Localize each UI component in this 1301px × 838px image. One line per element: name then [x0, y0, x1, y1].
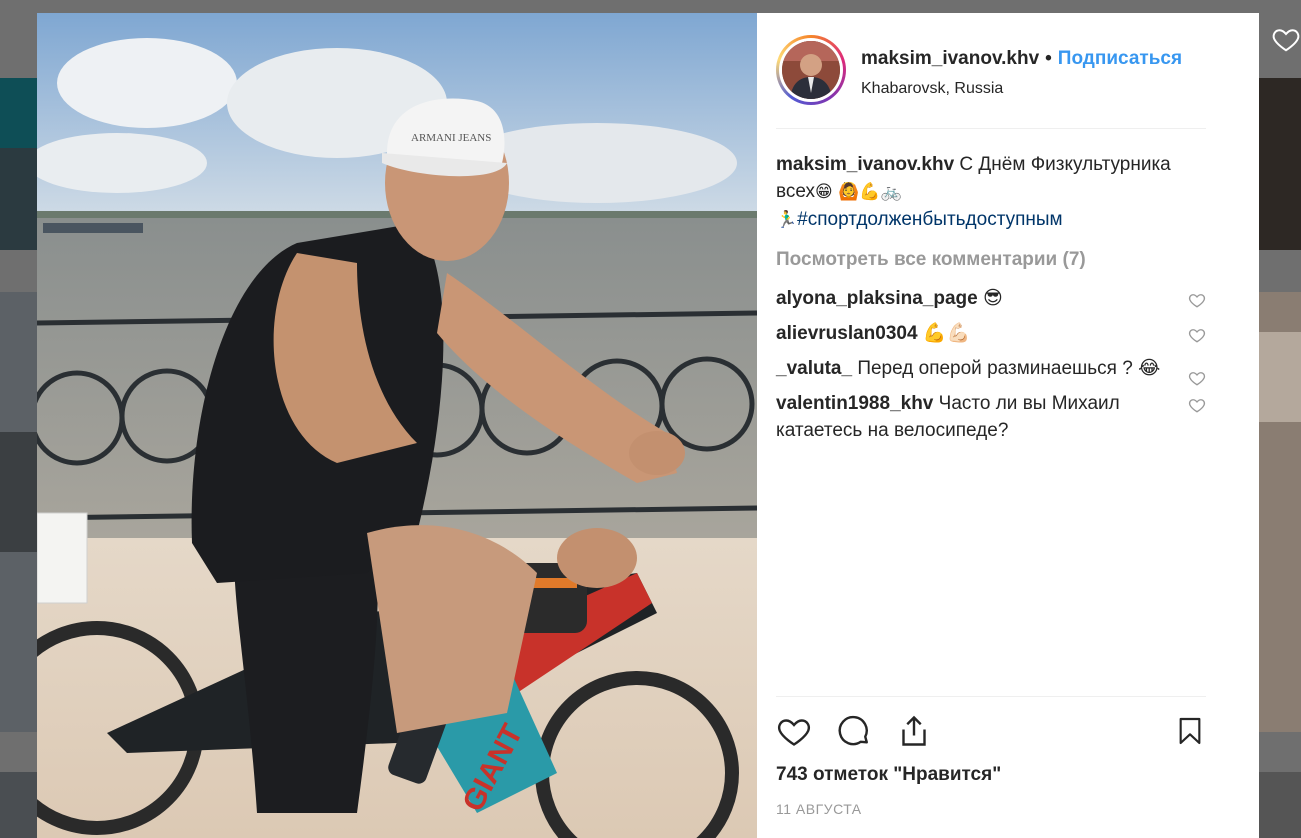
heart-icon[interactable]	[776, 713, 812, 749]
background-thumbnail[interactable]	[0, 78, 37, 250]
post-location[interactable]: Khabarovsk, Russia	[861, 80, 1182, 98]
hashtag-link[interactable]: #спортдолженбытьдоступным	[797, 209, 1062, 230]
comment-username[interactable]: _valuta_	[776, 358, 852, 379]
comment-item: alievruslan0304 💪💪🏻	[776, 320, 1206, 347]
post-header: maksim_ivanov.khv • Подписаться Khabarov…	[776, 35, 1240, 108]
avatar-image	[782, 41, 840, 99]
post-photo[interactable]: ARMANI JEANS GIANT	[37, 13, 757, 838]
comment-item: _valuta_ Перед оперой разминаешься ? 😂	[776, 355, 1206, 386]
comment-text: Перед оперой разминаешься ? 😂	[852, 358, 1161, 379]
caption-username[interactable]: maksim_ivanov.khv	[776, 154, 954, 175]
post-modal: ARMANI JEANS GIANT maksim_ivanov.khv • П…	[37, 13, 1259, 838]
avatar[interactable]	[776, 35, 846, 105]
actions-divider	[776, 696, 1206, 697]
header-divider	[776, 128, 1206, 129]
comment-item: valentin1988_khv Часто ли вы Михаил ката…	[776, 390, 1206, 444]
share-icon[interactable]	[896, 713, 932, 749]
comments-section: maksim_ivanov.khv С Днём Физкультурника …	[776, 151, 1206, 452]
comment-item: alyona_plaksina_page 😎	[776, 285, 1206, 312]
bookmark-icon[interactable]	[1174, 713, 1206, 749]
follow-button[interactable]: Подписаться	[1058, 48, 1182, 70]
background-thumbnail[interactable]	[0, 772, 37, 838]
comment-username[interactable]: alyona_plaksina_page	[776, 288, 978, 309]
post-sidebar: maksim_ivanov.khv • Подписаться Khabarov…	[757, 13, 1259, 838]
comment-icon[interactable]	[836, 713, 872, 749]
caption-emojis: 😁 🙆💪🚲	[815, 182, 902, 202]
post-date[interactable]: 11 АВГУСТА	[776, 801, 862, 817]
likes-count[interactable]: 743 отметок "Нравится"	[776, 764, 1001, 786]
action-bar	[776, 710, 1206, 752]
heart-icon[interactable]	[1188, 396, 1206, 414]
heart-icon[interactable]	[1188, 291, 1206, 309]
comment-username[interactable]: alievruslan0304	[776, 323, 918, 344]
heart-icon[interactable]	[1188, 326, 1206, 344]
heart-icon[interactable]	[1271, 24, 1301, 54]
heart-icon[interactable]	[1188, 369, 1206, 387]
separator-dot: •	[1045, 48, 1052, 69]
comment-text: 💪💪🏻	[917, 323, 971, 344]
post-caption: maksim_ivanov.khv С Днём Физкультурника …	[776, 151, 1206, 234]
background-thumbnail[interactable]	[1259, 78, 1301, 250]
post-username[interactable]: maksim_ivanov.khv	[861, 48, 1039, 70]
background-thumbnail[interactable]	[1259, 772, 1301, 838]
view-all-comments-link[interactable]: Посмотреть все комментарии (7)	[776, 246, 1206, 273]
cap-brand-text: ARMANI JEANS	[411, 132, 491, 144]
comment-text: 😎	[977, 288, 1003, 309]
comment-username[interactable]: valentin1988_khv	[776, 393, 933, 414]
caption-runner-emoji: 🏃‍♂️	[776, 210, 798, 230]
background-thumbnail[interactable]	[0, 292, 37, 732]
background-thumbnail[interactable]	[1259, 292, 1301, 732]
photo-illustration: ARMANI JEANS GIANT	[37, 13, 757, 838]
